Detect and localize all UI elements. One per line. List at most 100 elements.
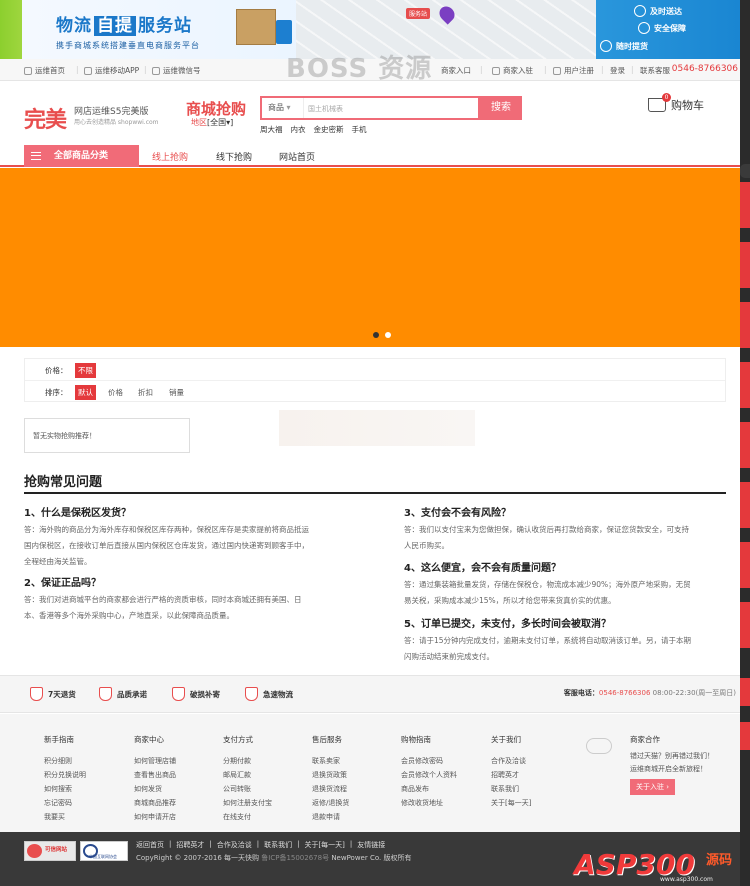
footer-link[interactable]: 关于[每一天]: [491, 796, 531, 810]
footer-link[interactable]: 联系我们: [491, 782, 531, 796]
topbar-wechat-link[interactable]: 运维微信号: [152, 65, 201, 76]
bottom-link-contact[interactable]: 联系我们: [264, 840, 292, 850]
empty-recommendation-notice: 暂无实物抢购推荐！: [24, 418, 190, 453]
sidebar-tab[interactable]: [740, 360, 750, 408]
footer-links-area: [0, 714, 740, 832]
search-button[interactable]: 搜索: [480, 96, 522, 120]
footer-link[interactable]: 如何管理店铺: [134, 754, 176, 768]
footer-link[interactable]: 积分细则: [44, 754, 86, 768]
sort-default[interactable]: 默认: [75, 385, 96, 400]
footer-link[interactable]: 如何申请开店: [134, 810, 176, 824]
sort-sales[interactable]: 销量: [166, 385, 187, 400]
nav-online-flash[interactable]: 线上抢购: [152, 150, 188, 163]
hotword-link[interactable]: 金史密斯: [314, 124, 344, 135]
footer-link[interactable]: 商品发布: [401, 782, 457, 796]
footer-link[interactable]: 在线支付: [223, 810, 272, 824]
footer-link[interactable]: 如何搜索: [44, 782, 86, 796]
sort-price[interactable]: 价格: [105, 385, 126, 400]
footer-link[interactable]: 忘记密码: [44, 796, 86, 810]
join-merchant-button[interactable]: 关于入驻 ›: [630, 779, 676, 795]
topbar-merchant-join[interactable]: 商家入驻: [492, 65, 533, 76]
sort-discount[interactable]: 折扣: [135, 385, 156, 400]
footer-link[interactable]: 退款申请: [312, 810, 349, 824]
slider-dot[interactable]: [385, 332, 391, 338]
search-input[interactable]: 国土机械表: [308, 104, 343, 114]
footer-link[interactable]: 退换货政策: [312, 768, 349, 782]
bottom-link-about[interactable]: 关于[每一天]: [304, 840, 344, 850]
hotword-link[interactable]: 周大福: [260, 124, 283, 135]
topbar-register[interactable]: 用户注册: [553, 65, 594, 76]
banner-subtitle: 携手商城系统搭建垂直电商服务平台: [56, 41, 200, 50]
cart-button[interactable]: 0 购物车: [648, 93, 704, 113]
merchant-partnership: 商家合作 错过天猫？别再错过我们！ 运维商城开启全新旅程！: [630, 735, 714, 773]
hotword-link[interactable]: 内衣: [291, 124, 306, 135]
all-categories-button[interactable]: 全部商品分类: [24, 145, 139, 167]
footer-link[interactable]: 会员修改密码: [401, 754, 457, 768]
footer-link[interactable]: 返修/退换货: [312, 796, 349, 810]
sidebar-collapse-handle[interactable]: [740, 164, 750, 178]
footer-link[interactable]: 查看售出商品: [134, 768, 176, 782]
clock-icon: [634, 5, 646, 17]
footer-link[interactable]: 如何发货: [134, 782, 176, 796]
footer-link[interactable]: 我要买: [44, 810, 86, 824]
footer-link[interactable]: 会员修改个人资料: [401, 768, 457, 782]
guarantee-damage: 破损补寄: [172, 687, 220, 701]
trusted-site-badge[interactable]: 可信网站: [24, 841, 76, 861]
topbar-merchant-entry[interactable]: 商家入口: [441, 65, 471, 76]
sidebar-tab[interactable]: [740, 540, 750, 588]
topbar-mobile-link[interactable]: 运维移动APP: [84, 65, 139, 76]
hero-slider[interactable]: [0, 168, 740, 347]
search-category-select[interactable]: 商品 ▾: [262, 98, 304, 118]
sidebar-tab[interactable]: [740, 480, 750, 528]
topbar-customer-service[interactable]: 联系客服: [640, 65, 670, 76]
nav-home[interactable]: 网站首页: [279, 150, 315, 163]
footer-link[interactable]: 如何注册支付宝: [223, 796, 272, 810]
bottom-link-home[interactable]: 返回首页: [136, 840, 164, 850]
mobile-icon: [84, 66, 92, 75]
right-sidebar-toolbar: [740, 0, 750, 886]
footer-link[interactable]: 公司转账: [223, 782, 272, 796]
topbar-home-link[interactable]: 运维首页: [24, 65, 65, 76]
return-7day-icon: [30, 687, 43, 701]
footer-link[interactable]: 退换货流程: [312, 782, 349, 796]
footer-link[interactable]: 积分兑换说明: [44, 768, 86, 782]
faq-item: 2、保证正品吗？ 答：我们对进商城平台的商家都会进行严格的资质审核，同时本商城还…: [24, 574, 374, 624]
faq-question: 5、订单已提交，未支付，多长时间会被取消？: [404, 619, 611, 630]
footer-link[interactable]: 分期付款: [223, 754, 272, 768]
price-filter-any[interactable]: 不限: [75, 363, 96, 378]
footer-column-guide: 新手指南 积分细则 积分兑换说明 如何搜索 忘记密码 我要买: [44, 733, 86, 824]
sidebar-tab[interactable]: [740, 300, 750, 348]
sidebar-tab[interactable]: [740, 676, 750, 706]
footer-link[interactable]: 招聘英才: [491, 768, 531, 782]
sidebar-tab[interactable]: [740, 600, 750, 648]
footer-link[interactable]: 合作及洽谈: [491, 754, 531, 768]
faq-divider: [24, 492, 726, 494]
bottom-link-jobs[interactable]: 招聘英才: [176, 840, 204, 850]
faq-question: 4、这么便宜，会不会有质量问题？: [404, 563, 561, 574]
user-icon: [553, 66, 561, 75]
sidebar-tab[interactable]: [740, 720, 750, 750]
footer-link[interactable]: 商城商品推荐: [134, 796, 176, 810]
internet-society-badge[interactable]: 中国互联网协会: [80, 841, 128, 861]
nav-offline-flash[interactable]: 线下抢购: [216, 150, 252, 163]
footer-link[interactable]: 邮局汇款: [223, 768, 272, 782]
sidebar-tab[interactable]: [740, 240, 750, 288]
map-station-tag: 服务站: [406, 8, 431, 19]
logo-slogan: 用心去创造精品 shopwwi.com: [74, 119, 159, 126]
footer-link[interactable]: 联系卖家: [312, 754, 349, 768]
site-logo[interactable]: 完美: [24, 102, 67, 134]
region-selector[interactable]: 地区[全国▾]: [191, 117, 233, 128]
bottom-link-cooperation[interactable]: 合作及洽谈: [217, 840, 252, 850]
bottom-link-friends[interactable]: 友情链接: [357, 840, 385, 850]
hotword-link[interactable]: 手机: [352, 124, 367, 135]
asp300-url: www.asp300.com: [660, 876, 713, 883]
slider-dot-active[interactable]: [373, 332, 379, 338]
faq-item: 4、这么便宜，会不会有质量问题？ 答：通过集装箱批量发货，存储在保税仓，物流成本…: [404, 559, 734, 609]
sidebar-tab[interactable]: [740, 420, 750, 468]
sidebar-tab[interactable]: [740, 180, 750, 228]
watermark-text: BOSS 资源: [286, 54, 433, 84]
footer-link[interactable]: 修改收货地址: [401, 796, 457, 810]
topbar-login[interactable]: 登录: [610, 65, 625, 76]
faq-answer: 答：我们以支付宝来为您做担保，确认收货后再打款给商家，保证您货款安全，可支持 人民…: [404, 525, 689, 550]
footer-column-payment: 支付方式 分期付款 邮局汇款 公司转账 如何注册支付宝 在线支付: [223, 733, 272, 824]
